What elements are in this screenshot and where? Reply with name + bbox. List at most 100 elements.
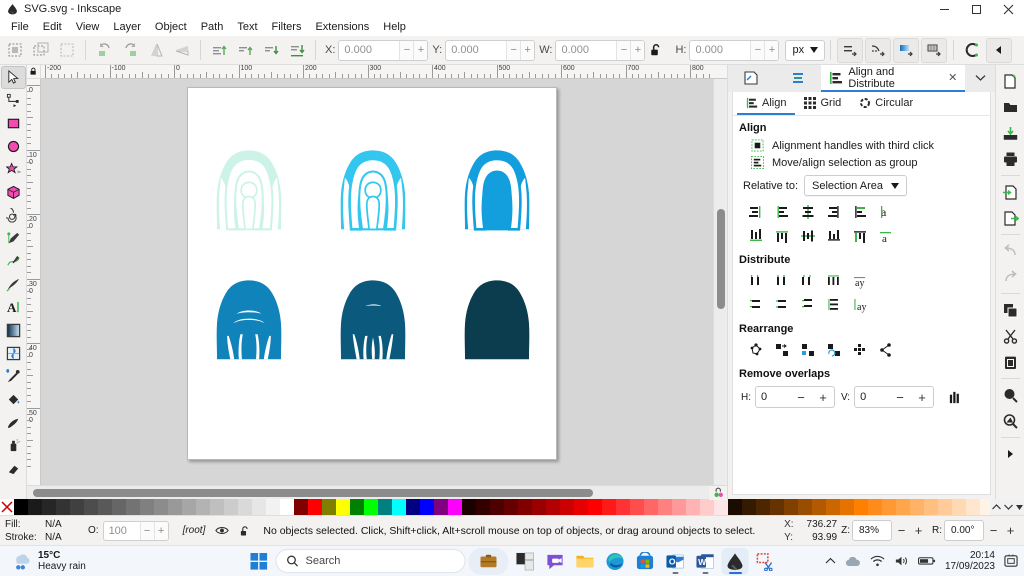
overlap-v-field[interactable]: 0 − + xyxy=(854,386,935,408)
x-increment[interactable]: + xyxy=(413,40,428,60)
spiral-tool[interactable] xyxy=(1,204,26,227)
gradient-tool[interactable] xyxy=(1,319,26,342)
palette-swatch[interactable] xyxy=(224,499,238,515)
randomize-positions-button[interactable] xyxy=(847,339,873,361)
vertical-scrollbar[interactable] xyxy=(713,79,727,485)
lock-open-icon[interactable] xyxy=(239,525,251,537)
palette-swatch[interactable] xyxy=(840,499,854,515)
palette-swatch[interactable] xyxy=(196,499,210,515)
show-hidden-icons-icon[interactable] xyxy=(825,557,836,565)
center-on-vertical-axis-button[interactable] xyxy=(795,201,821,223)
palette-swatch[interactable] xyxy=(896,499,910,515)
palette-swatch[interactable] xyxy=(588,499,602,515)
palette-swatch[interactable] xyxy=(910,499,924,515)
menu-extensions[interactable]: Extensions xyxy=(308,20,376,34)
opacity-increment[interactable]: + xyxy=(153,521,168,540)
y-field[interactable]: 0.000 − + xyxy=(445,39,536,61)
dock-chevron-down-icon[interactable] xyxy=(965,65,995,92)
palette-swatch[interactable] xyxy=(294,499,308,515)
w-decrement[interactable]: − xyxy=(616,40,631,60)
align-and-distribute-tab[interactable]: Align and Distribute ✕ xyxy=(821,65,966,92)
deselect-icon[interactable] xyxy=(54,38,80,63)
sub-tab-align[interactable]: Align xyxy=(737,92,796,115)
import-icon[interactable] xyxy=(997,179,1023,205)
palette-swatch[interactable] xyxy=(210,499,224,515)
palette-swatch[interactable] xyxy=(392,499,406,515)
traced-dog-5[interactable] xyxy=(340,280,406,360)
overlap-h-increment[interactable]: + xyxy=(812,387,834,407)
overlap-v-increment[interactable]: + xyxy=(911,387,933,407)
alignment-handles-option[interactable]: Alignment handles with third click xyxy=(733,137,990,154)
rotate-ccw-icon[interactable] xyxy=(91,38,117,63)
palette-swatch[interactable] xyxy=(476,499,490,515)
palette-swatch[interactable] xyxy=(84,499,98,515)
x-field[interactable]: 0.000 − + xyxy=(338,39,429,61)
palette-swatch[interactable] xyxy=(882,499,896,515)
lower-icon[interactable] xyxy=(258,38,284,63)
align-bottom-edges-button[interactable] xyxy=(821,225,847,247)
palette-swatch[interactable] xyxy=(182,499,196,515)
center-on-horizontal-axis-button[interactable] xyxy=(795,225,821,247)
palette-swatch[interactable] xyxy=(546,499,560,515)
align-bottom-edges-to-top-anchor-button[interactable] xyxy=(743,225,769,247)
palette-swatch[interactable] xyxy=(728,499,742,515)
menu-layer[interactable]: Layer xyxy=(106,20,148,34)
horizontal-scrollbar[interactable] xyxy=(27,485,727,500)
distribute-top-edges-equidistant-button[interactable] xyxy=(743,294,769,316)
star-tool[interactable] xyxy=(1,158,26,181)
flip-vertical-icon[interactable] xyxy=(169,38,195,63)
ruler-corner-lock-icon[interactable] xyxy=(27,65,41,79)
vertical-ruler[interactable]: 0100200300400500 xyxy=(27,79,41,485)
affect-rounded-corners-icon[interactable] xyxy=(865,37,892,63)
palette-swatch[interactable] xyxy=(490,499,504,515)
palette-swatch[interactable] xyxy=(868,499,882,515)
opacity-field[interactable]: 100 − + xyxy=(102,520,169,541)
chat-teams-icon[interactable] xyxy=(542,548,569,575)
graph-layout-button[interactable] xyxy=(743,339,769,361)
palette-swatch[interactable] xyxy=(742,499,756,515)
align-right-edges-to-left-anchor-button[interactable] xyxy=(743,201,769,223)
units-dropdown[interactable]: px xyxy=(785,39,826,61)
artwork-group[interactable] xyxy=(188,88,558,461)
bezier-tool[interactable] xyxy=(1,250,26,273)
redo-icon[interactable] xyxy=(997,264,1023,290)
h-field[interactable]: 0.000 − + xyxy=(689,39,780,61)
palette-swatch[interactable] xyxy=(42,499,56,515)
palette-swatch[interactable] xyxy=(448,499,462,515)
palette-swatch[interactable] xyxy=(952,499,966,515)
rotation-field[interactable]: 0.00° xyxy=(944,520,984,541)
box3d-tool[interactable] xyxy=(1,181,26,204)
palette-swatch[interactable] xyxy=(308,499,322,515)
rotate-cw-icon[interactable] xyxy=(117,38,143,63)
xml-editor-tab[interactable] xyxy=(728,65,775,92)
distribute-right-edges-equidistant-button[interactable] xyxy=(795,270,821,292)
palette-swatch[interactable] xyxy=(560,499,574,515)
canvas-viewport[interactable] xyxy=(41,79,713,485)
widgets-icon[interactable] xyxy=(512,548,539,575)
dropper-tool[interactable] xyxy=(1,365,26,388)
palette-swatch[interactable] xyxy=(70,499,84,515)
palette-swatch[interactable] xyxy=(364,499,378,515)
affect-gradients-icon[interactable] xyxy=(893,37,920,63)
palette-swatch[interactable] xyxy=(854,499,868,515)
pencil-tool[interactable] xyxy=(1,227,26,250)
palette-swatch[interactable] xyxy=(28,499,42,515)
overlap-h-decrement[interactable]: − xyxy=(790,387,812,407)
text-tool[interactable]: A xyxy=(1,296,26,319)
x-decrement[interactable]: − xyxy=(399,40,414,60)
zoom-field[interactable]: 83% xyxy=(852,520,892,541)
ellipse-tool[interactable] xyxy=(1,135,26,158)
palette-swatch[interactable] xyxy=(700,499,714,515)
sub-tab-grid[interactable]: Grid xyxy=(795,92,850,115)
paint-bucket-tool[interactable] xyxy=(1,388,26,411)
palette-swatch[interactable] xyxy=(966,499,980,515)
palette-swatch[interactable] xyxy=(168,499,182,515)
palette-swatch[interactable] xyxy=(826,499,840,515)
distribute-bottom-edges-equidistant-button[interactable] xyxy=(795,294,821,316)
palette-swatch[interactable] xyxy=(252,499,266,515)
file-explorer-icon[interactable] xyxy=(572,548,599,575)
taskview-icon[interactable] xyxy=(468,547,509,575)
save-document-icon[interactable] xyxy=(997,120,1023,146)
palette-swatch[interactable] xyxy=(266,499,280,515)
distribute-vertical-gaps-button[interactable] xyxy=(821,294,847,316)
